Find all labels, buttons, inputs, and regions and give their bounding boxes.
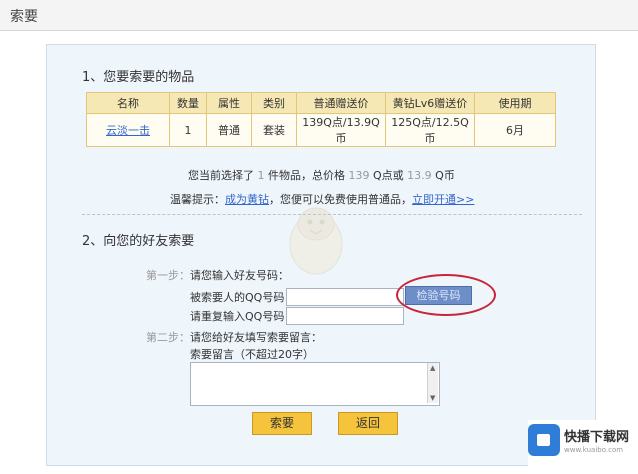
- qq-number-label: 被索要人的QQ号码: [190, 291, 285, 304]
- message-textarea[interactable]: [190, 362, 440, 406]
- section-friend-heading: 2、向您的好友索要: [82, 234, 195, 249]
- item-duration: 6月: [474, 113, 556, 147]
- qq-number-input[interactable]: [286, 288, 404, 306]
- total-points: 139: [348, 169, 370, 182]
- back-button[interactable]: 返回: [338, 412, 398, 435]
- textarea-scrollbar[interactable]: ▲ ▼: [427, 363, 438, 403]
- window-title: 索要: [10, 9, 38, 25]
- site-logo-icon: [528, 424, 560, 456]
- site-name: 快播下载网: [564, 430, 630, 445]
- step2-label: 第二步：: [146, 331, 190, 344]
- step1-text: 请您输入好友号码：: [190, 269, 289, 282]
- section-items-heading: 1、您要索要的物品: [82, 70, 195, 85]
- section-divider: [82, 214, 582, 215]
- site-url: www.kuaibo.com: [564, 446, 624, 454]
- step1-label: 第一步：: [146, 269, 190, 282]
- message-label: 索要留言（不超过20字）: [190, 348, 314, 361]
- selected-count: 1: [257, 169, 265, 182]
- item-category: 套装: [251, 113, 297, 147]
- item-name-link[interactable]: 云淡一击: [106, 124, 150, 137]
- column-header: 黄钻Lv6赠送价: [385, 92, 475, 114]
- table-row: 云淡一击 1 普通 套装 139Q点/13.9Q币 125Q点/12.5Q币 6…: [86, 113, 556, 147]
- warm-tip: 温馨提示：成为黄钻，您便可以免费使用普通品，立即开通>>: [170, 193, 475, 206]
- item-quantity: 1: [169, 113, 207, 147]
- highlight-circle: [396, 274, 496, 316]
- scroll-down-arrow-icon[interactable]: ▼: [430, 394, 435, 402]
- column-header: 普通赠送价: [296, 92, 386, 114]
- step2-text: 请您给好友填写索要留言：: [190, 331, 322, 344]
- site-watermark: 快播下载网 www.kuaibo.com: [528, 420, 636, 470]
- column-header: 使用期: [474, 92, 556, 114]
- column-header: 属性: [206, 92, 252, 114]
- submit-request-button[interactable]: 索要: [252, 412, 312, 435]
- column-header: 名称: [86, 92, 170, 114]
- total-coins: 13.9: [407, 169, 432, 182]
- item-vip-price: 125Q点/12.5Q币: [385, 113, 475, 147]
- scroll-up-arrow-icon[interactable]: ▲: [430, 364, 435, 372]
- qq-confirm-input[interactable]: [286, 307, 404, 325]
- open-now-link[interactable]: 立即开通>>: [412, 193, 474, 206]
- window-titlebar: 索要: [0, 0, 638, 31]
- table-header-row: 名称 数量 属性 类别 普通赠送价 黄钻Lv6赠送价 使用期: [86, 92, 556, 114]
- become-vip-link[interactable]: 成为黄钻: [225, 193, 269, 206]
- column-header: 类别: [251, 92, 297, 114]
- qq-confirm-label: 请重复输入QQ号码: [190, 310, 285, 323]
- items-table: 名称 数量 属性 类别 普通赠送价 黄钻Lv6赠送价 使用期 云淡一击 1 普通…: [86, 92, 556, 147]
- selection-summary: 您当前选择了 1 件物品，总价格 139 Q点或 13.9 Q币: [188, 169, 455, 182]
- item-normal-price: 139Q点/13.9Q币: [296, 113, 386, 147]
- item-attribute: 普通: [206, 113, 252, 147]
- column-header: 数量: [169, 92, 207, 114]
